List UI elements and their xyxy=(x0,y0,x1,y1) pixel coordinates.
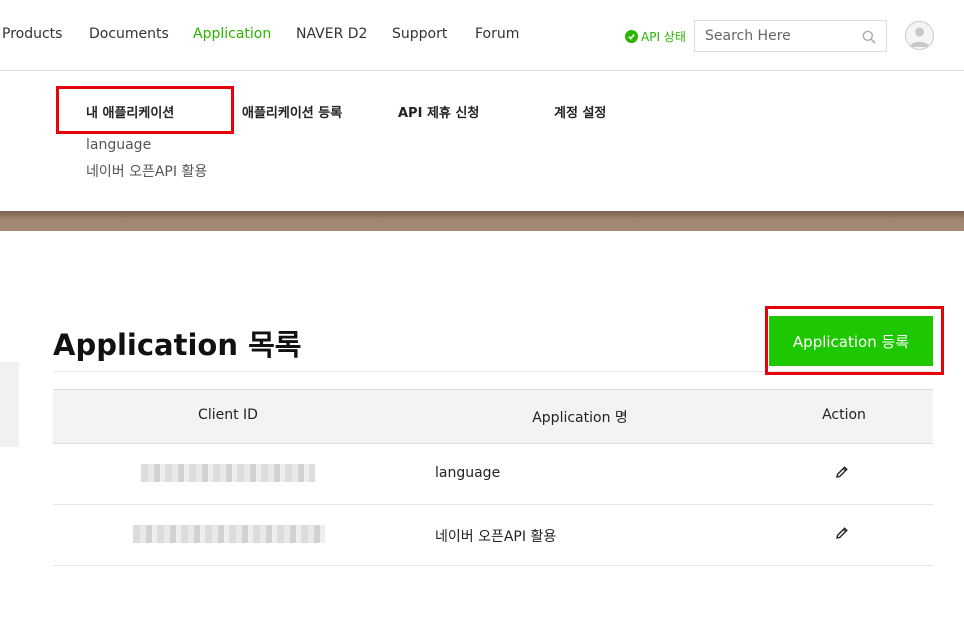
highlight-box xyxy=(56,86,234,134)
nav-naver-d2[interactable]: NAVER D2 xyxy=(296,26,367,42)
client-id-masked xyxy=(133,525,325,543)
header-client-id: Client ID xyxy=(198,407,258,423)
submenu-app-item[interactable]: 네이버 오픈API 활용 xyxy=(86,161,207,181)
header-action: Action xyxy=(822,407,866,423)
submenu-register-application[interactable]: 애플리케이션 등록 xyxy=(242,102,342,121)
search-box xyxy=(694,20,887,52)
page-title: Application 목록 xyxy=(53,328,302,362)
header-application-name: Application 명 xyxy=(532,410,628,426)
top-nav: Products Documents Application NAVER D2 … xyxy=(0,0,964,71)
side-tab xyxy=(0,362,19,447)
submenu-api-partnership[interactable]: API 제휴 신청 xyxy=(398,102,479,121)
search-input[interactable] xyxy=(695,21,855,51)
submenu-app-item[interactable]: language xyxy=(86,137,151,153)
submenu-account-settings[interactable]: 계정 설정 xyxy=(554,102,606,121)
highlight-box xyxy=(765,306,944,375)
application-name[interactable]: 네이버 오픈API 활용 xyxy=(435,526,556,546)
pencil-icon[interactable] xyxy=(835,525,849,544)
nav-documents[interactable]: Documents xyxy=(89,26,169,42)
nav-support[interactable]: Support xyxy=(392,26,447,42)
api-status-link[interactable]: API 상태 xyxy=(625,28,686,45)
pencil-icon[interactable] xyxy=(835,464,849,483)
api-status-label: API 상태 xyxy=(641,30,686,44)
search-icon[interactable] xyxy=(862,29,876,48)
nav-forum[interactable]: Forum xyxy=(475,26,519,42)
table-header: Client ID Application 명 Action xyxy=(53,389,933,444)
banner-strip xyxy=(0,211,964,231)
check-circle-icon xyxy=(625,30,638,43)
nav-products[interactable]: Products xyxy=(2,26,62,42)
nav-application[interactable]: Application xyxy=(193,26,271,42)
client-id-masked xyxy=(141,464,315,482)
user-avatar-icon[interactable] xyxy=(905,21,934,50)
table-row: 네이버 오픈API 활용 xyxy=(53,505,933,566)
application-name[interactable]: language xyxy=(435,465,500,481)
table-row: language xyxy=(53,444,933,505)
